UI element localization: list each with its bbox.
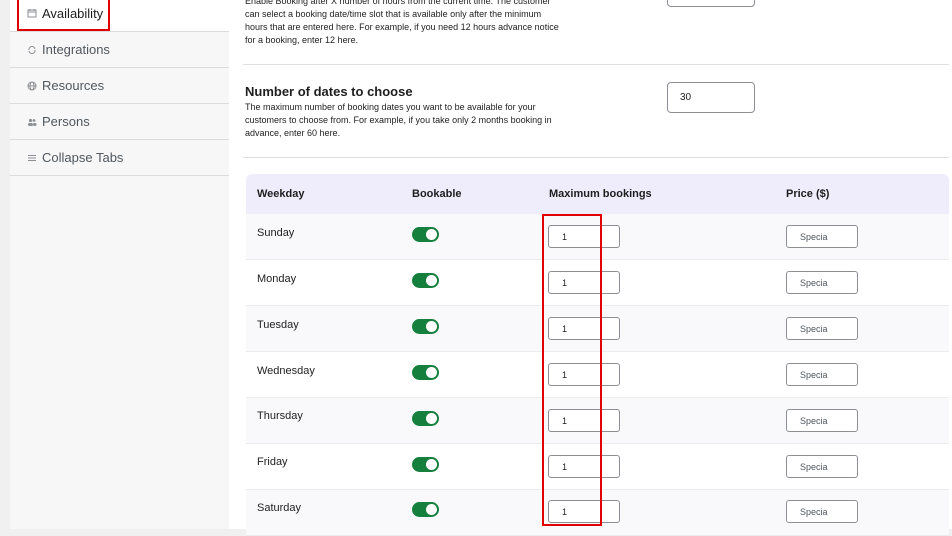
header-price: Price ($) (786, 188, 830, 200)
dates-to-choose-description: The maximum number of booking dates you … (245, 102, 552, 138)
header-weekday: Weekday (257, 188, 305, 200)
price-input[interactable]: Specia (786, 317, 858, 340)
price-placeholder: Specia (800, 323, 828, 334)
sidebar-item-label: Resources (42, 78, 105, 93)
dates-to-choose-title: Number of dates to choose (245, 84, 413, 99)
advance-notice-input[interactable] (667, 0, 755, 7)
advance-notice-description: Enable Booking after X number of hours f… (245, 0, 559, 45)
weekday-label: Saturday (257, 502, 302, 514)
sidebar-item-collapse-tabs[interactable]: Collapse Tabs (10, 140, 229, 176)
sidebar-item-label: Persons (42, 114, 90, 129)
price-placeholder: Specia (800, 369, 828, 380)
price-input[interactable]: Specia (786, 271, 858, 294)
weekday-label: Thursday (257, 410, 303, 422)
price-input[interactable]: Specia (786, 500, 858, 523)
bookable-toggle[interactable] (412, 502, 439, 517)
bookable-toggle[interactable] (412, 457, 439, 472)
list-icon (27, 153, 37, 163)
people-icon (27, 117, 37, 127)
dates-to-choose-value: 30 (680, 92, 692, 103)
bookable-toggle[interactable] (412, 227, 439, 242)
price-placeholder: Specia (800, 461, 828, 472)
sidebar-item-label: Integrations (42, 42, 110, 57)
weekday-label: Wednesday (257, 365, 315, 377)
bookable-toggle[interactable] (412, 273, 439, 288)
price-input[interactable]: Specia (786, 455, 858, 478)
weekday-label: Monday (257, 273, 297, 285)
header-max-bookings: Maximum bookings (549, 188, 652, 200)
price-input[interactable]: Specia (786, 225, 858, 248)
weekday-label: Friday (257, 456, 288, 468)
sync-icon (27, 45, 37, 55)
section-divider (243, 64, 949, 65)
max-bookings-highlight-box (542, 214, 602, 526)
sidebar-item-label: Collapse Tabs (42, 150, 124, 165)
price-placeholder: Specia (800, 277, 828, 288)
bookable-toggle[interactable] (412, 319, 439, 334)
weekday-label: Tuesday (257, 319, 299, 331)
sidebar-item-integrations[interactable]: Integrations (10, 32, 229, 68)
section-divider (243, 157, 949, 158)
table-header: Weekday Bookable Maximum bookings Price … (246, 174, 949, 214)
globe-icon (27, 81, 37, 91)
sidebar-item-persons[interactable]: Persons (10, 104, 229, 140)
price-placeholder: Specia (800, 415, 828, 426)
bookable-toggle[interactable] (412, 411, 439, 426)
price-input[interactable]: Specia (786, 363, 858, 386)
availability-highlight-box (17, 0, 110, 31)
sidebar-item-resources[interactable]: Resources (10, 68, 229, 104)
bookable-toggle[interactable] (412, 365, 439, 380)
price-placeholder: Specia (800, 506, 828, 517)
weekday-label: Sunday (257, 227, 295, 239)
settings-sidebar: Availability Integrations Resources Pers… (10, 0, 229, 529)
price-placeholder: Specia (800, 231, 828, 242)
dates-to-choose-input[interactable]: 30 (667, 82, 755, 113)
price-input[interactable]: Specia (786, 409, 858, 432)
header-bookable: Bookable (412, 188, 462, 200)
